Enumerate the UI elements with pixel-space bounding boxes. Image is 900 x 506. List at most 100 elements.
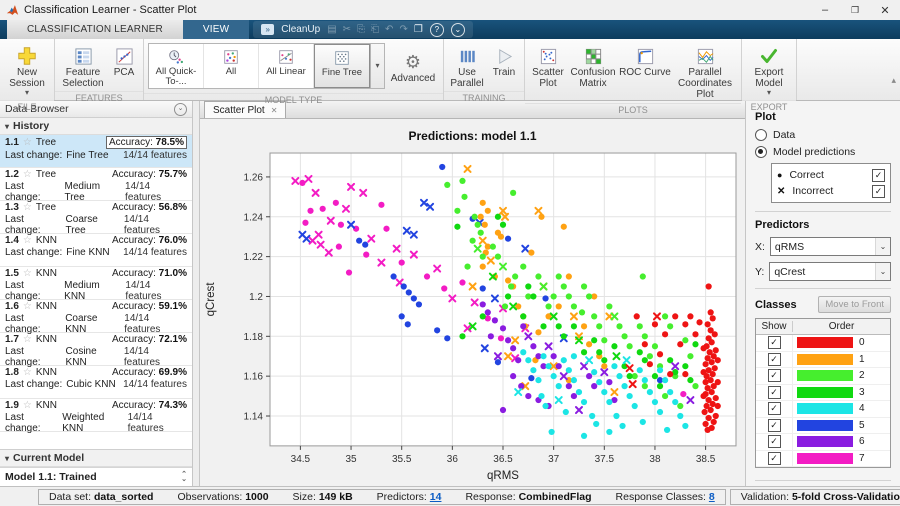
status-item[interactable]: Response Classes: 8 xyxy=(616,491,715,503)
export-model-button[interactable]: Export Model xyxy=(746,41,792,98)
gallery-item-all-linear[interactable]: All Linear xyxy=(259,44,314,88)
svg-text:1.14: 1.14 xyxy=(244,411,264,422)
svg-text:35.5: 35.5 xyxy=(392,454,412,465)
redo-icon[interactable]: ↷ xyxy=(399,24,407,35)
minimize-button[interactable] xyxy=(810,0,840,20)
gallery-item-all-quick[interactable]: All Quick-To-... xyxy=(149,44,204,88)
gallery-item-all[interactable]: All xyxy=(204,44,259,88)
confusion-matrix-icon xyxy=(584,45,603,67)
class-row-5[interactable]: 5 xyxy=(756,418,890,435)
advanced-button[interactable]: ⚙ Advanced xyxy=(387,41,439,91)
star-icon[interactable] xyxy=(23,301,32,312)
scatter-plot-label: Scatter Plot xyxy=(529,67,567,89)
class-show-checkbox[interactable] xyxy=(768,386,781,399)
correct-checkbox[interactable] xyxy=(872,169,885,182)
incorrect-checkbox[interactable] xyxy=(872,185,885,198)
feature-selection-button[interactable]: Feature Selection xyxy=(59,41,107,89)
history-item-1.7[interactable]: 1.7KNNAccuracy: 72.1%Last change: Cosine… xyxy=(0,333,192,366)
class-row-6[interactable]: 6 xyxy=(756,434,890,451)
current-model-header[interactable]: Current Model xyxy=(0,449,192,467)
class-row-3[interactable]: 3 xyxy=(756,385,890,402)
window-icon[interactable]: ❐ xyxy=(414,24,423,35)
app-window: Classification Learner - Scatter Plot CL… xyxy=(0,0,900,506)
class-row-1[interactable]: 1 xyxy=(756,352,890,369)
correct-label: Correct xyxy=(789,169,823,181)
pca-icon xyxy=(115,45,134,67)
ribbon-collapse-icon[interactable] xyxy=(891,75,896,86)
classes-section-title: Classes xyxy=(755,299,797,311)
classes-col-order: Order xyxy=(793,321,890,332)
history-item-1.2[interactable]: 1.2TreeAccuracy: 75.7%Last change: Mediu… xyxy=(0,168,192,201)
move-to-front-button[interactable]: Move to Front xyxy=(818,296,891,313)
roc-curve-button[interactable]: ROC Curve xyxy=(619,41,671,101)
star-icon[interactable] xyxy=(23,235,32,246)
new-session-button[interactable]: New Session xyxy=(4,41,50,98)
save-icon[interactable]: ▤ xyxy=(327,24,336,35)
maximize-button[interactable] xyxy=(840,0,870,20)
star-icon[interactable] xyxy=(23,202,32,213)
undo-icon[interactable]: ↶ xyxy=(385,24,393,35)
gallery-item-label: All xyxy=(226,67,237,77)
tab-view[interactable]: VIEW xyxy=(183,20,249,39)
class-row-7[interactable]: 7 xyxy=(756,451,890,468)
copy-icon[interactable]: ⎘ xyxy=(357,24,365,35)
class-show-checkbox[interactable] xyxy=(768,336,781,349)
parallel-coordinates-label: Parallel Coordinates Plot xyxy=(673,67,737,101)
scatter-plot-button[interactable]: Scatter Plot xyxy=(529,41,567,101)
history-item-1.3[interactable]: 1.3TreeAccuracy: 56.8%Last change: Coars… xyxy=(0,201,192,234)
class-show-checkbox[interactable] xyxy=(768,353,781,366)
history-item-1.5[interactable]: 1.5KNNAccuracy: 71.0%Last change: Medium… xyxy=(0,267,192,300)
svg-text:36.5: 36.5 xyxy=(493,454,513,465)
class-show-checkbox[interactable] xyxy=(768,402,781,415)
scatter-chart[interactable]: qRMS qCrest 34.53535.53636.53737.53838.5… xyxy=(200,145,745,486)
x-predictor-select[interactable]: qRMS xyxy=(770,237,891,256)
tab-close-icon[interactable] xyxy=(271,106,278,115)
tab-classification-learner[interactable]: CLASSIFICATION LEARNER xyxy=(7,20,183,39)
star-icon[interactable] xyxy=(23,334,32,345)
gallery-item-fine-tree[interactable]: Fine Tree xyxy=(314,44,370,88)
cut-icon[interactable]: ✂ xyxy=(343,24,351,35)
pca-button[interactable]: PCA xyxy=(109,41,139,89)
validation-status: Validation: 5-fold Cross-Validation xyxy=(730,489,900,505)
cleanup-icon[interactable]: » xyxy=(261,24,274,35)
history-item-1.9[interactable]: 1.9KNNAccuracy: 74.3%Last change: Weight… xyxy=(0,399,192,432)
history-item-1.4[interactable]: 1.4KNNAccuracy: 76.0%Last change: Fine K… xyxy=(0,234,192,267)
class-row-4[interactable]: 4 xyxy=(756,401,890,418)
history-item-1.1[interactable]: 1.1TreeAccuracy: 78.5%Last change: Fine … xyxy=(0,135,192,168)
group-label-features: FEATURES xyxy=(55,91,143,104)
help-icon[interactable]: ? xyxy=(430,23,444,37)
paste-icon[interactable]: ⎗ xyxy=(371,24,379,35)
gallery-dropdown-button[interactable] xyxy=(370,44,384,88)
more-icon[interactable]: ⌄ xyxy=(451,23,465,37)
history-item-1.6[interactable]: 1.6KNNAccuracy: 59.1%Last change: Coarse… xyxy=(0,300,192,333)
radio-model-predictions[interactable]: Model predictions xyxy=(755,146,891,158)
cleanup-label[interactable]: CleanUp xyxy=(281,24,320,35)
scroll-spinner-icon[interactable] xyxy=(181,472,187,482)
class-show-checkbox[interactable] xyxy=(768,452,781,465)
history-item-1.8[interactable]: 1.8KNNAccuracy: 69.9%Last change: Cubic … xyxy=(0,366,192,399)
y-predictor-select[interactable]: qCrest xyxy=(769,262,891,281)
close-button[interactable] xyxy=(870,0,900,20)
train-button[interactable]: Train xyxy=(488,41,520,89)
class-row-2[interactable]: 2 xyxy=(756,368,890,385)
class-show-checkbox[interactable] xyxy=(768,419,781,432)
status-item[interactable]: Predictors: 14 xyxy=(377,491,442,503)
confusion-matrix-button[interactable]: Confusion Matrix xyxy=(569,41,617,101)
star-icon[interactable] xyxy=(23,169,32,180)
star-icon[interactable] xyxy=(23,268,32,279)
radio-data[interactable]: Data xyxy=(755,129,891,141)
star-icon[interactable] xyxy=(23,367,32,378)
class-row-0[interactable]: 0 xyxy=(756,335,890,352)
history-header[interactable]: History xyxy=(0,118,192,135)
panel-splitter[interactable] xyxy=(193,101,200,486)
star-icon[interactable] xyxy=(23,400,32,411)
group-label-plots: PLOTS xyxy=(525,103,741,116)
incorrect-label: Incorrect xyxy=(792,185,833,197)
svg-text:1.2: 1.2 xyxy=(249,292,263,303)
parallel-coordinates-button[interactable]: Parallel Coordinates Plot xyxy=(673,41,737,101)
use-parallel-button[interactable]: Use Parallel xyxy=(448,41,486,89)
class-show-checkbox[interactable] xyxy=(768,435,781,448)
class-show-checkbox[interactable] xyxy=(768,369,781,382)
star-icon[interactable] xyxy=(23,137,32,148)
current-model-row[interactable]: Model 1.1: Trained xyxy=(0,467,192,486)
